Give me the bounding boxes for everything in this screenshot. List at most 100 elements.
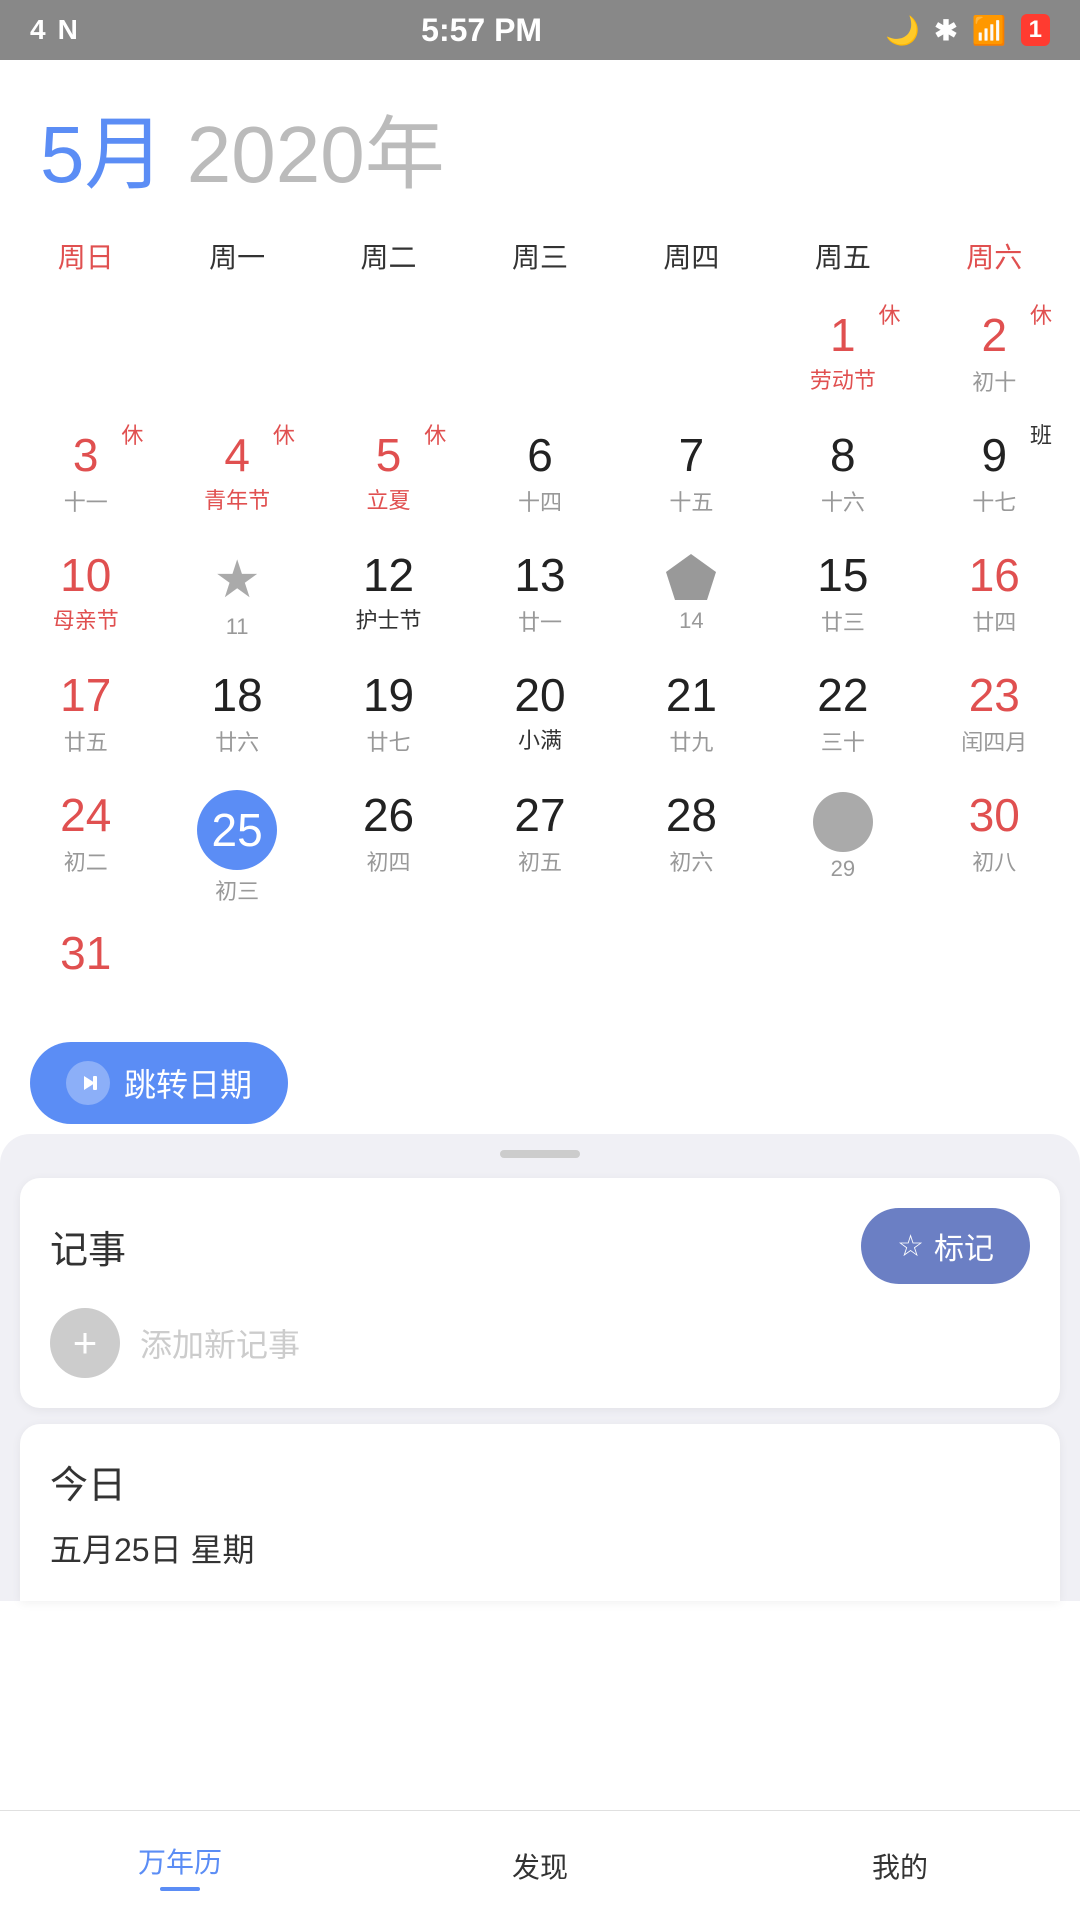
notes-card: 记事 ☆ 标记 + 添加新记事 — [20, 1178, 1060, 1408]
notes-tag-button[interactable]: ☆ 标记 — [861, 1208, 1030, 1284]
nav-item-calendar[interactable]: 万年历 — [0, 1811, 360, 1920]
lunar-2: 初十 — [972, 365, 1016, 397]
cal-empty-8 — [464, 912, 615, 1032]
lunar-23: 闰四月 — [961, 725, 1027, 757]
bottom-nav: 万年历 发现 我的 — [0, 1810, 1080, 1920]
work-badge-9: 班 — [1030, 418, 1052, 450]
cal-day-16[interactable]: 16 廿四 — [919, 534, 1070, 654]
lunar-30: 初八 — [972, 845, 1016, 877]
lunar-9: 十七 — [972, 485, 1016, 517]
nav-item-mine[interactable]: 我的 — [720, 1811, 1080, 1920]
holiday-name-1: 劳动节 — [810, 363, 876, 395]
cal-day-21[interactable]: 21 廿九 — [616, 654, 767, 774]
cal-day-5[interactable]: 休 5 立夏 — [313, 414, 464, 534]
day-num-3: 3 — [73, 430, 99, 481]
month-label: 5月 — [40, 110, 165, 199]
cal-day-15[interactable]: 15 廿三 — [767, 534, 918, 654]
cal-empty-4 — [464, 294, 615, 414]
cal-day-2[interactable]: 休 2 初十 — [919, 294, 1070, 414]
day-num-12: 12 — [363, 550, 414, 601]
today-date: 五月25日 星期 — [50, 1525, 1030, 1571]
status-time: 5:57 PM — [421, 12, 542, 49]
cal-day-3[interactable]: 休 3 十一 — [10, 414, 161, 534]
wifi-icon: 📶 — [972, 14, 1007, 47]
notes-header: 记事 ☆ 标记 — [50, 1208, 1030, 1284]
lunar-16: 廿四 — [972, 605, 1016, 637]
lunar-19: 廿七 — [367, 725, 411, 757]
cal-empty-3 — [313, 294, 464, 414]
holiday-badge-4: 休 — [273, 418, 295, 450]
cal-day-9[interactable]: 班 9 十七 — [919, 414, 1070, 534]
day-num-13: 13 — [514, 550, 565, 601]
day-num-8: 8 — [830, 430, 856, 481]
cal-empty-2 — [161, 294, 312, 414]
notes-add-row: + 添加新记事 — [50, 1308, 1030, 1378]
day-num-15: 15 — [817, 550, 868, 601]
lunar-11: 11 — [226, 614, 249, 640]
cal-day-6[interactable]: 6 十四 — [464, 414, 615, 534]
cal-day-8[interactable]: 8 十六 — [767, 414, 918, 534]
nav-active-indicator — [160, 1887, 200, 1891]
drag-handle[interactable] — [500, 1150, 580, 1158]
day-num-27: 27 — [514, 790, 565, 841]
cal-day-29[interactable]: 29 — [767, 774, 918, 912]
day-num-19: 19 — [363, 670, 414, 721]
cal-day-26[interactable]: 26 初四 — [313, 774, 464, 912]
today-label: 今日 — [50, 1454, 1030, 1509]
day-num-17: 17 — [60, 670, 111, 721]
lunar-28: 初六 — [669, 845, 713, 877]
pentagon-icon-14 — [662, 550, 720, 604]
day-num-4: 4 — [224, 430, 250, 481]
cal-day-4[interactable]: 休 4 青年节 — [161, 414, 312, 534]
add-note-placeholder[interactable]: 添加新记事 — [140, 1320, 300, 1366]
day-num-28: 28 — [666, 790, 717, 841]
bluetooth-icon: ✱ — [934, 14, 957, 47]
day-num-5: 5 — [376, 430, 402, 481]
cal-day-31[interactable]: 31 — [10, 912, 161, 1032]
day-num-30: 30 — [969, 790, 1020, 841]
nav-mine-label: 我的 — [872, 1846, 928, 1886]
lunar-14: 14 — [679, 608, 703, 634]
nav-item-discover[interactable]: 发现 — [360, 1811, 720, 1920]
day-num-7: 7 — [679, 430, 705, 481]
jump-date-button[interactable]: 跳转日期 — [30, 1042, 288, 1124]
cal-day-19[interactable]: 19 廿七 — [313, 654, 464, 774]
play-icon — [66, 1061, 110, 1105]
cal-day-28[interactable]: 28 初六 — [616, 774, 767, 912]
cal-day-17[interactable]: 17 廿五 — [10, 654, 161, 774]
cal-day-18[interactable]: 18 廿六 — [161, 654, 312, 774]
cal-day-7[interactable]: 7 十五 — [616, 414, 767, 534]
cal-day-14[interactable]: 14 — [616, 534, 767, 654]
holiday-badge-2: 休 — [1030, 298, 1052, 330]
cal-day-30[interactable]: 30 初八 — [919, 774, 1070, 912]
lunar-27: 初五 — [518, 845, 562, 877]
day-num-10: 10 — [60, 550, 111, 601]
lunar-25: 初三 — [215, 874, 259, 906]
cal-day-11[interactable]: ★ 11 — [161, 534, 312, 654]
gray-dot-29 — [813, 792, 873, 852]
holiday-badge-5: 休 — [424, 418, 446, 450]
cal-day-22[interactable]: 22 三十 — [767, 654, 918, 774]
day-num-26: 26 — [363, 790, 414, 841]
cal-day-1[interactable]: 休 1 劳动节 — [767, 294, 918, 414]
festival-name-20: 小满 — [518, 723, 562, 755]
cal-day-27[interactable]: 27 初五 — [464, 774, 615, 912]
cal-day-12[interactable]: 12 护士节 — [313, 534, 464, 654]
jump-date-label: 跳转日期 — [124, 1060, 252, 1106]
day-num-6: 6 — [527, 430, 553, 481]
cal-day-25[interactable]: 25 初三 — [161, 774, 312, 912]
add-note-button[interactable]: + — [50, 1308, 120, 1378]
calendar-header: 5月 2020年 — [0, 60, 1080, 226]
moon-icon: 🌙 — [885, 14, 920, 47]
weekday-fri: 周五 — [767, 226, 918, 286]
weekday-sat: 周六 — [919, 226, 1070, 286]
cal-day-10[interactable]: 10 母亲节 — [10, 534, 161, 654]
cal-day-23[interactable]: 23 闰四月 — [919, 654, 1070, 774]
status-bar: 4 N 5:57 PM 🌙 ✱ 📶 1 — [0, 0, 1080, 60]
cal-day-13[interactable]: 13 廿一 — [464, 534, 615, 654]
month-year-title: 5月 2020年 — [40, 90, 1040, 206]
cal-day-24[interactable]: 24 初二 — [10, 774, 161, 912]
cal-day-20[interactable]: 20 小满 — [464, 654, 615, 774]
cal-empty-6 — [161, 912, 312, 1032]
calendar-grid: 休 1 劳动节 休 2 初十 休 3 十一 休 4 青年节 休 5 立夏 6 十… — [0, 294, 1080, 1032]
